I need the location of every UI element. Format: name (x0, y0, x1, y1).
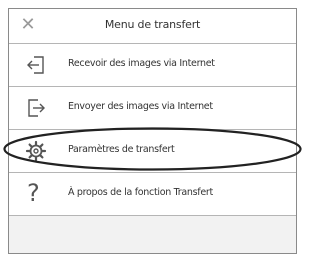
menu-item-about-transfer[interactable]: ? À propos de la fonction Transfert (9, 173, 296, 216)
menu-item-label: À propos de la fonction Transfert (68, 187, 213, 198)
gear-icon (25, 140, 47, 162)
menu-footer (9, 216, 296, 253)
menu-title: Menu de transfert (104, 18, 201, 31)
receive-icon (27, 56, 44, 74)
menu-header: ✕ Menu de transfert (9, 9, 296, 44)
menu-item-label: Paramètres de transfert (68, 144, 175, 155)
menu-item-send-images[interactable]: Envoyer des images via Internet (9, 87, 296, 130)
close-button[interactable]: ✕ (17, 14, 39, 36)
menu-item-label: Recevoir des images via Internet (68, 58, 215, 69)
menu-item-transfer-settings[interactable]: Paramètres de transfert (9, 130, 296, 173)
question-icon: ? (27, 179, 40, 207)
menu-item-receive-images[interactable]: Recevoir des images via Internet (9, 44, 296, 87)
menu-item-label: Envoyer des images via Internet (68, 101, 213, 112)
close-icon: ✕ (20, 14, 36, 35)
transfer-menu-screen: ✕ Menu de transfert Recevoir des images … (8, 8, 297, 254)
send-icon (28, 99, 45, 117)
